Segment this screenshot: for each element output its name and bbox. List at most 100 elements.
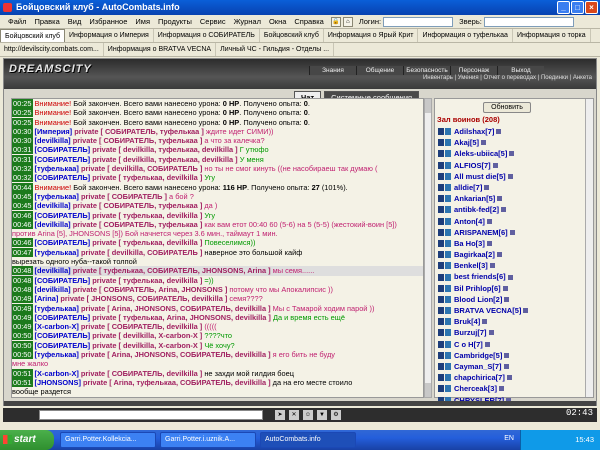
warrior-name[interactable]: Burzuj[7] [454,327,487,338]
lock-icon[interactable]: 🔒 [330,16,341,27]
warrior-name[interactable]: alldie[7] [454,182,482,193]
warrior-name[interactable]: BRATVA VECNA[5] [454,305,521,316]
refresh-button[interactable]: Обновить [483,102,531,113]
info-icon[interactable] [488,330,494,336]
warrior-row[interactable]: Adilshax[7] [438,126,588,137]
taskbar-item-active[interactable]: AutoCombats.info [260,432,356,448]
clear-icon[interactable]: ✕ [289,410,299,420]
info-icon[interactable] [484,341,490,347]
info-icon[interactable] [507,274,513,280]
warrior-name[interactable]: Ba Ho[3] [454,238,485,249]
info-icon[interactable] [504,352,510,358]
taskbar-item[interactable]: Garri.Potter.Kollekcia... [60,432,156,448]
message-timestamp[interactable]: 00:32 [12,173,33,183]
warrior-name[interactable]: Ankarian[5] [454,193,495,204]
message-timestamp[interactable]: 00:50 [12,350,33,360]
nav-security[interactable]: Безопасность [403,66,450,75]
info-icon[interactable] [482,319,488,325]
browser-tab[interactable]: Информация о Ярый Крит [324,29,419,42]
menu-view[interactable]: Вид [64,17,86,26]
menu-windows[interactable]: Окна [265,17,290,26]
message-timestamp[interactable]: 00:49 [12,322,33,332]
warrior-name[interactable]: antibk-fed[2] [454,204,499,215]
warrior-row[interactable]: BRATVA VECNA[5] [438,305,588,316]
minimize-button[interactable]: _ [557,1,570,14]
warrior-row[interactable]: Ankarian[5] [438,193,588,204]
message-timestamp[interactable]: 00:30 [12,136,33,146]
message-timestamp[interactable]: 00:48 [12,275,33,285]
message-timestamp[interactable]: 00:31 [12,145,33,155]
info-icon[interactable] [496,129,502,135]
link-item[interactable]: Личный ЧС - Гильдия - Отделы ... [216,43,335,56]
warrior-row[interactable]: ARISPANEM[6] [438,227,588,238]
warrior-row[interactable]: Aleks-ubiica[5] [438,148,588,159]
nav-exit[interactable]: Выход [497,66,544,75]
message-timestamp[interactable]: 00:30 [12,126,33,136]
message-timestamp[interactable]: 00:51 [12,368,33,378]
message-timestamp[interactable]: 00:46 [12,210,33,220]
message-timestamp[interactable]: 00:25 [12,117,33,127]
info-icon[interactable] [492,162,498,168]
settings-icon[interactable]: ⚙ [331,410,341,420]
warrior-row[interactable]: Akaj[5] [438,137,588,148]
warrior-row[interactable]: Benkel[3] [438,260,588,271]
nav-knowledge[interactable]: Знания [309,66,356,75]
message-timestamp[interactable]: 00:49 [12,312,33,322]
menu-name[interactable]: Имя [131,17,154,26]
info-icon[interactable] [503,364,509,370]
link-item[interactable]: http://devilscity.combats.com... [0,43,104,56]
message-timestamp[interactable]: 00:50 [12,340,33,350]
info-icon[interactable] [509,151,515,157]
warrior-name[interactable]: Aleks-ubiica[5] [454,148,507,159]
info-icon[interactable] [504,296,510,302]
message-timestamp[interactable]: 00:47 [12,247,33,257]
smiley-icon[interactable]: ☺ [303,410,313,420]
info-icon[interactable] [509,229,515,235]
message-timestamp[interactable]: 00:25 [12,99,33,108]
info-icon[interactable] [523,308,529,314]
pet-select[interactable] [483,16,574,27]
browser-tab[interactable]: Информация о туфелькаа [418,29,513,42]
warrior-name[interactable]: C o H[7] [454,339,483,350]
warrior-name[interactable]: chapchirica[7] [454,372,505,383]
warrior-name[interactable]: Bagirkaa[2] [454,249,495,260]
message-timestamp[interactable]: 00:50 [12,331,33,341]
info-icon[interactable] [486,218,492,224]
warrior-name[interactable]: Blood Lion[2] [454,294,502,305]
message-timestamp[interactable]: 00:31 [12,154,33,164]
warrior-row[interactable]: Burzuj[7] [438,327,588,338]
chat-scrollbar[interactable] [424,98,432,398]
message-timestamp[interactable]: 00:32 [12,164,33,174]
message-timestamp[interactable]: 00:48 [12,266,33,276]
warriors-scrollbar[interactable] [585,99,593,397]
warrior-row[interactable]: best friends[6] [438,271,588,282]
info-icon[interactable] [489,263,495,269]
warrior-row[interactable]: Anton[4] [438,216,588,227]
warrior-row[interactable]: Ba Ho[3] [438,238,588,249]
browser-tab[interactable]: Бойцовский клуб [0,29,66,42]
warrior-row[interactable]: Cherceak[3] [438,383,588,394]
warrior-row[interactable]: alldie[7] [438,182,588,193]
warrior-name[interactable]: All must die[5] [454,171,506,182]
warrior-name[interactable]: Cambridge[5] [454,350,502,361]
warrior-row[interactable]: Bil Prihlop[6] [438,283,588,294]
maximize-button[interactable]: □ [571,1,584,14]
browser-tab[interactable]: Информация о торка [513,29,591,42]
chat-input[interactable] [39,410,263,420]
message-timestamp[interactable]: 00:51 [12,377,33,387]
menu-service[interactable]: Сервис [196,17,230,26]
warrior-row[interactable]: chapchirica[7] [438,372,588,383]
warrior-name[interactable]: Bil Prihlop[6] [454,283,501,294]
nav-communication[interactable]: Общение [356,66,403,75]
menu-products[interactable]: Продукты [154,17,196,26]
scroll-down-arrow[interactable] [425,383,431,397]
warrior-row[interactable]: ALFIOS[7] [438,160,588,171]
menu-help[interactable]: Справка [290,17,327,26]
info-icon[interactable] [502,285,508,291]
filter-icon[interactable]: ▼ [317,410,327,420]
browser-tab[interactable]: Бойцовский клуб [260,29,324,42]
warrior-name[interactable]: best friends[6] [454,271,506,282]
warrior-name[interactable]: Cayman_S[7] [454,361,502,372]
warrior-row[interactable]: Cayman_S[7] [438,361,588,372]
info-icon[interactable] [497,196,503,202]
